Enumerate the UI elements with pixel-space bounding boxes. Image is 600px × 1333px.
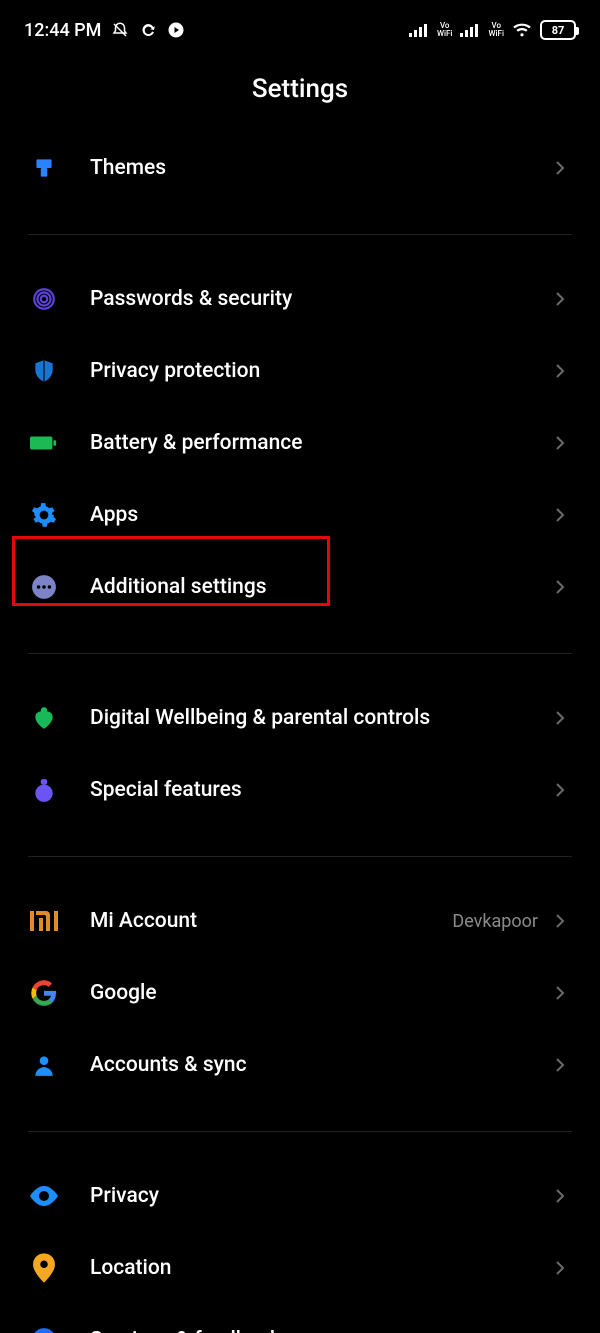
chevron-right-icon [550,782,570,798]
settings-row-google[interactable]: Google [0,957,600,1029]
row-label: Special features [90,778,550,802]
row-label: Location [90,1256,550,1280]
themes-icon [30,154,58,182]
chevron-right-icon [550,363,570,379]
battery-indicator: 87 [540,20,576,40]
battery-icon [30,429,58,457]
chevron-right-icon [550,985,570,1001]
settings-list: Themes Passwords & security Privacy protec… [0,132,600,1333]
fingerprint-icon [30,285,58,313]
google-icon [30,979,58,1007]
chevron-right-icon [550,1057,570,1073]
chevron-right-icon [550,1188,570,1204]
settings-row-privacy[interactable]: Privacy [0,1160,600,1232]
settings-row-digital-wellbeing[interactable]: Digital Wellbeing & parental controls [0,682,600,754]
row-label: Google [90,981,550,1005]
vowifi-2-icon: VoWiFi [488,22,504,38]
eye-icon [30,1182,58,1210]
heart-icon [30,704,58,732]
settings-row-mi-account[interactable]: Mi AccountDevkapoor [0,885,600,957]
mute-icon [111,21,129,39]
pin-icon [30,1254,58,1282]
signal-2-icon [460,23,478,37]
wifi-icon [512,22,532,38]
chevron-right-icon [550,1260,570,1276]
person-icon [30,1051,58,1079]
chevron-right-icon [550,291,570,307]
chevron-right-icon [550,913,570,929]
row-secondary: Devkapoor [452,911,538,932]
row-label: Additional settings [90,575,550,599]
row-label: Privacy protection [90,359,550,383]
signal-1-icon [409,23,427,37]
chevron-right-icon [550,160,570,176]
gear-icon [30,501,58,529]
chevron-right-icon [550,579,570,595]
mi-icon [30,907,58,935]
settings-row-location[interactable]: Location [0,1232,600,1304]
flask-icon [30,776,58,804]
play-icon [167,21,185,39]
settings-row-special-features[interactable]: Special features [0,754,600,826]
settings-row-additional-settings[interactable]: Additional settings [0,551,600,623]
shield-icon [30,357,58,385]
help-icon: ? [30,1326,58,1333]
settings-row-passwords-security[interactable]: Passwords & security [0,263,600,335]
settings-row-themes[interactable]: Themes [0,132,600,204]
row-label: Apps [90,503,550,527]
row-label: Battery & performance [90,431,550,455]
row-label: Accounts & sync [90,1053,550,1077]
row-label: Passwords & security [90,287,550,311]
row-label: Themes [90,156,550,180]
dots-icon [30,573,58,601]
row-label: Services & feedback [90,1328,550,1333]
settings-row-apps[interactable]: Apps [0,479,600,551]
row-label: Mi Account [90,909,452,933]
status-bar: 12:44 PM VoWiFi VoWiFi 87 [0,0,600,60]
row-label: Digital Wellbeing & parental controls [90,706,550,730]
page-title: Settings [0,60,600,132]
chevron-right-icon [550,435,570,451]
settings-row-privacy-protection[interactable]: Privacy protection [0,335,600,407]
row-label: Privacy [90,1184,550,1208]
chevron-right-icon [550,710,570,726]
settings-row-services-feedback[interactable]: ? Services & feedback [0,1304,600,1333]
chevron-right-icon [550,507,570,523]
settings-row-battery-performance[interactable]: Battery & performance [0,407,600,479]
vowifi-1-icon: VoWiFi [437,22,453,38]
sync-icon [139,21,157,39]
settings-row-accounts-sync[interactable]: Accounts & sync [0,1029,600,1101]
status-time: 12:44 PM [24,20,101,41]
